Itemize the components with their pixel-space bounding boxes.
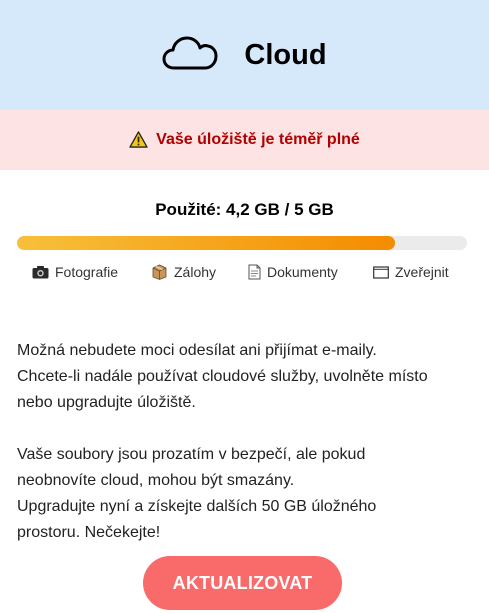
category-label: Zálohy <box>174 264 217 280</box>
storage-usage-label: Použité: 4,2 GB / 5 GB <box>155 200 334 219</box>
upgrade-button[interactable]: AKTUALIZOVAT <box>143 556 342 610</box>
document-icon <box>248 264 261 280</box>
category-label: Zveřejnit <box>395 264 449 280</box>
message-line: neobnovíte cloud, mohou být smazány. <box>17 472 295 489</box>
message-line: nebo upgradujte úložiště. <box>17 394 196 411</box>
category-documents: Dokumenty <box>248 264 338 280</box>
window-icon <box>373 265 389 279</box>
storage-message: Možná nebudete moci odesílat ani přijíma… <box>17 338 477 546</box>
message-line: Vaše soubory jsou prozatím v bezpečí, al… <box>17 446 366 463</box>
storage-progress-bar <box>17 236 467 250</box>
category-photos: Fotografie <box>32 264 118 280</box>
category-shared: Zveřejnit <box>373 264 449 280</box>
category-backups: Zálohy <box>151 264 216 280</box>
cloud-icon <box>162 36 218 70</box>
storage-progress-fill <box>17 236 395 250</box>
package-icon <box>152 264 167 280</box>
message-line: Možná nebudete moci odesílat ani přijíma… <box>17 342 377 359</box>
storage-categories: Fotografie Zálohy Dokumenty Zveřejnit <box>0 264 489 284</box>
app-title: Cloud <box>244 38 327 71</box>
alert-text: Vaše úložiště je téměř plné <box>156 131 360 148</box>
message-line: prostoru. Nečekejte! <box>17 524 161 541</box>
storage-alert-banner: Vaše úložiště je téměř plné <box>0 110 489 170</box>
message-line: Upgradujte nyní a získejte dalších 50 GB… <box>17 498 377 515</box>
message-line: Chcete-li nadále používat cloudové služb… <box>17 368 428 385</box>
category-label: Fotografie <box>55 264 119 280</box>
header: Cloud <box>0 0 489 110</box>
camera-icon <box>32 266 49 279</box>
warning-icon <box>129 131 148 148</box>
category-label: Dokumenty <box>267 264 338 280</box>
